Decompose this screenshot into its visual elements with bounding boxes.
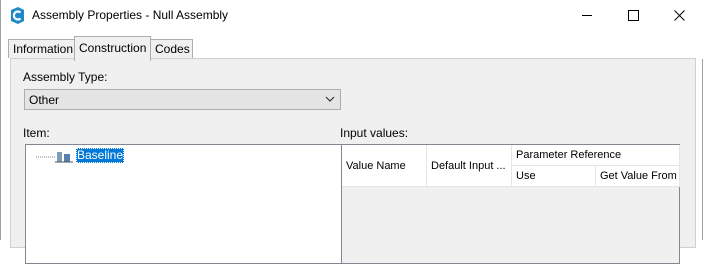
tree-connector-icon (36, 152, 73, 163)
tab-construction[interactable]: Construction (74, 36, 151, 61)
column-header-default-input[interactable]: Default Input ... (427, 145, 512, 187)
close-icon (673, 10, 685, 21)
construction-panel: Assembly Type: Other Item: Baseline Inpu… (10, 58, 696, 264)
column-header-get-value-from[interactable]: Get Value From (596, 166, 680, 187)
assembly-type-value: Other (29, 93, 60, 107)
assembly-type-label: Assembly Type: (23, 70, 108, 84)
assembly-type-dropdown[interactable]: Other (24, 89, 341, 110)
tab-information[interactable]: Information (8, 39, 75, 58)
tab-codes[interactable]: Codes (150, 39, 193, 58)
minimize-button[interactable] (564, 0, 610, 31)
item-label: Item: (23, 126, 50, 140)
civil3d-app-icon (11, 7, 24, 24)
input-values-label: Input values: (340, 126, 409, 140)
maximize-button[interactable] (610, 0, 656, 31)
item-tree[interactable]: Baseline (25, 144, 343, 264)
chevron-down-icon (325, 96, 335, 102)
title-bar[interactable]: Assembly Properties - Null Assembly (1, 0, 703, 31)
tab-strip: Information Construction Codes (1, 31, 703, 61)
input-values-grid[interactable]: Value Name Default Input ... Parameter R… (341, 144, 680, 264)
maximize-icon (627, 10, 639, 21)
column-header-value-name[interactable]: Value Name (342, 145, 427, 187)
tree-item-label: Baseline (76, 148, 125, 163)
assembly-properties-window: Assembly Properties - Null Assembly Info… (0, 0, 703, 264)
column-header-parameter-reference[interactable]: Parameter Reference (512, 145, 680, 166)
close-button[interactable] (656, 0, 702, 31)
column-header-use[interactable]: Use (512, 166, 596, 187)
window-title: Assembly Properties - Null Assembly (32, 8, 229, 22)
minimize-icon (581, 15, 592, 16)
